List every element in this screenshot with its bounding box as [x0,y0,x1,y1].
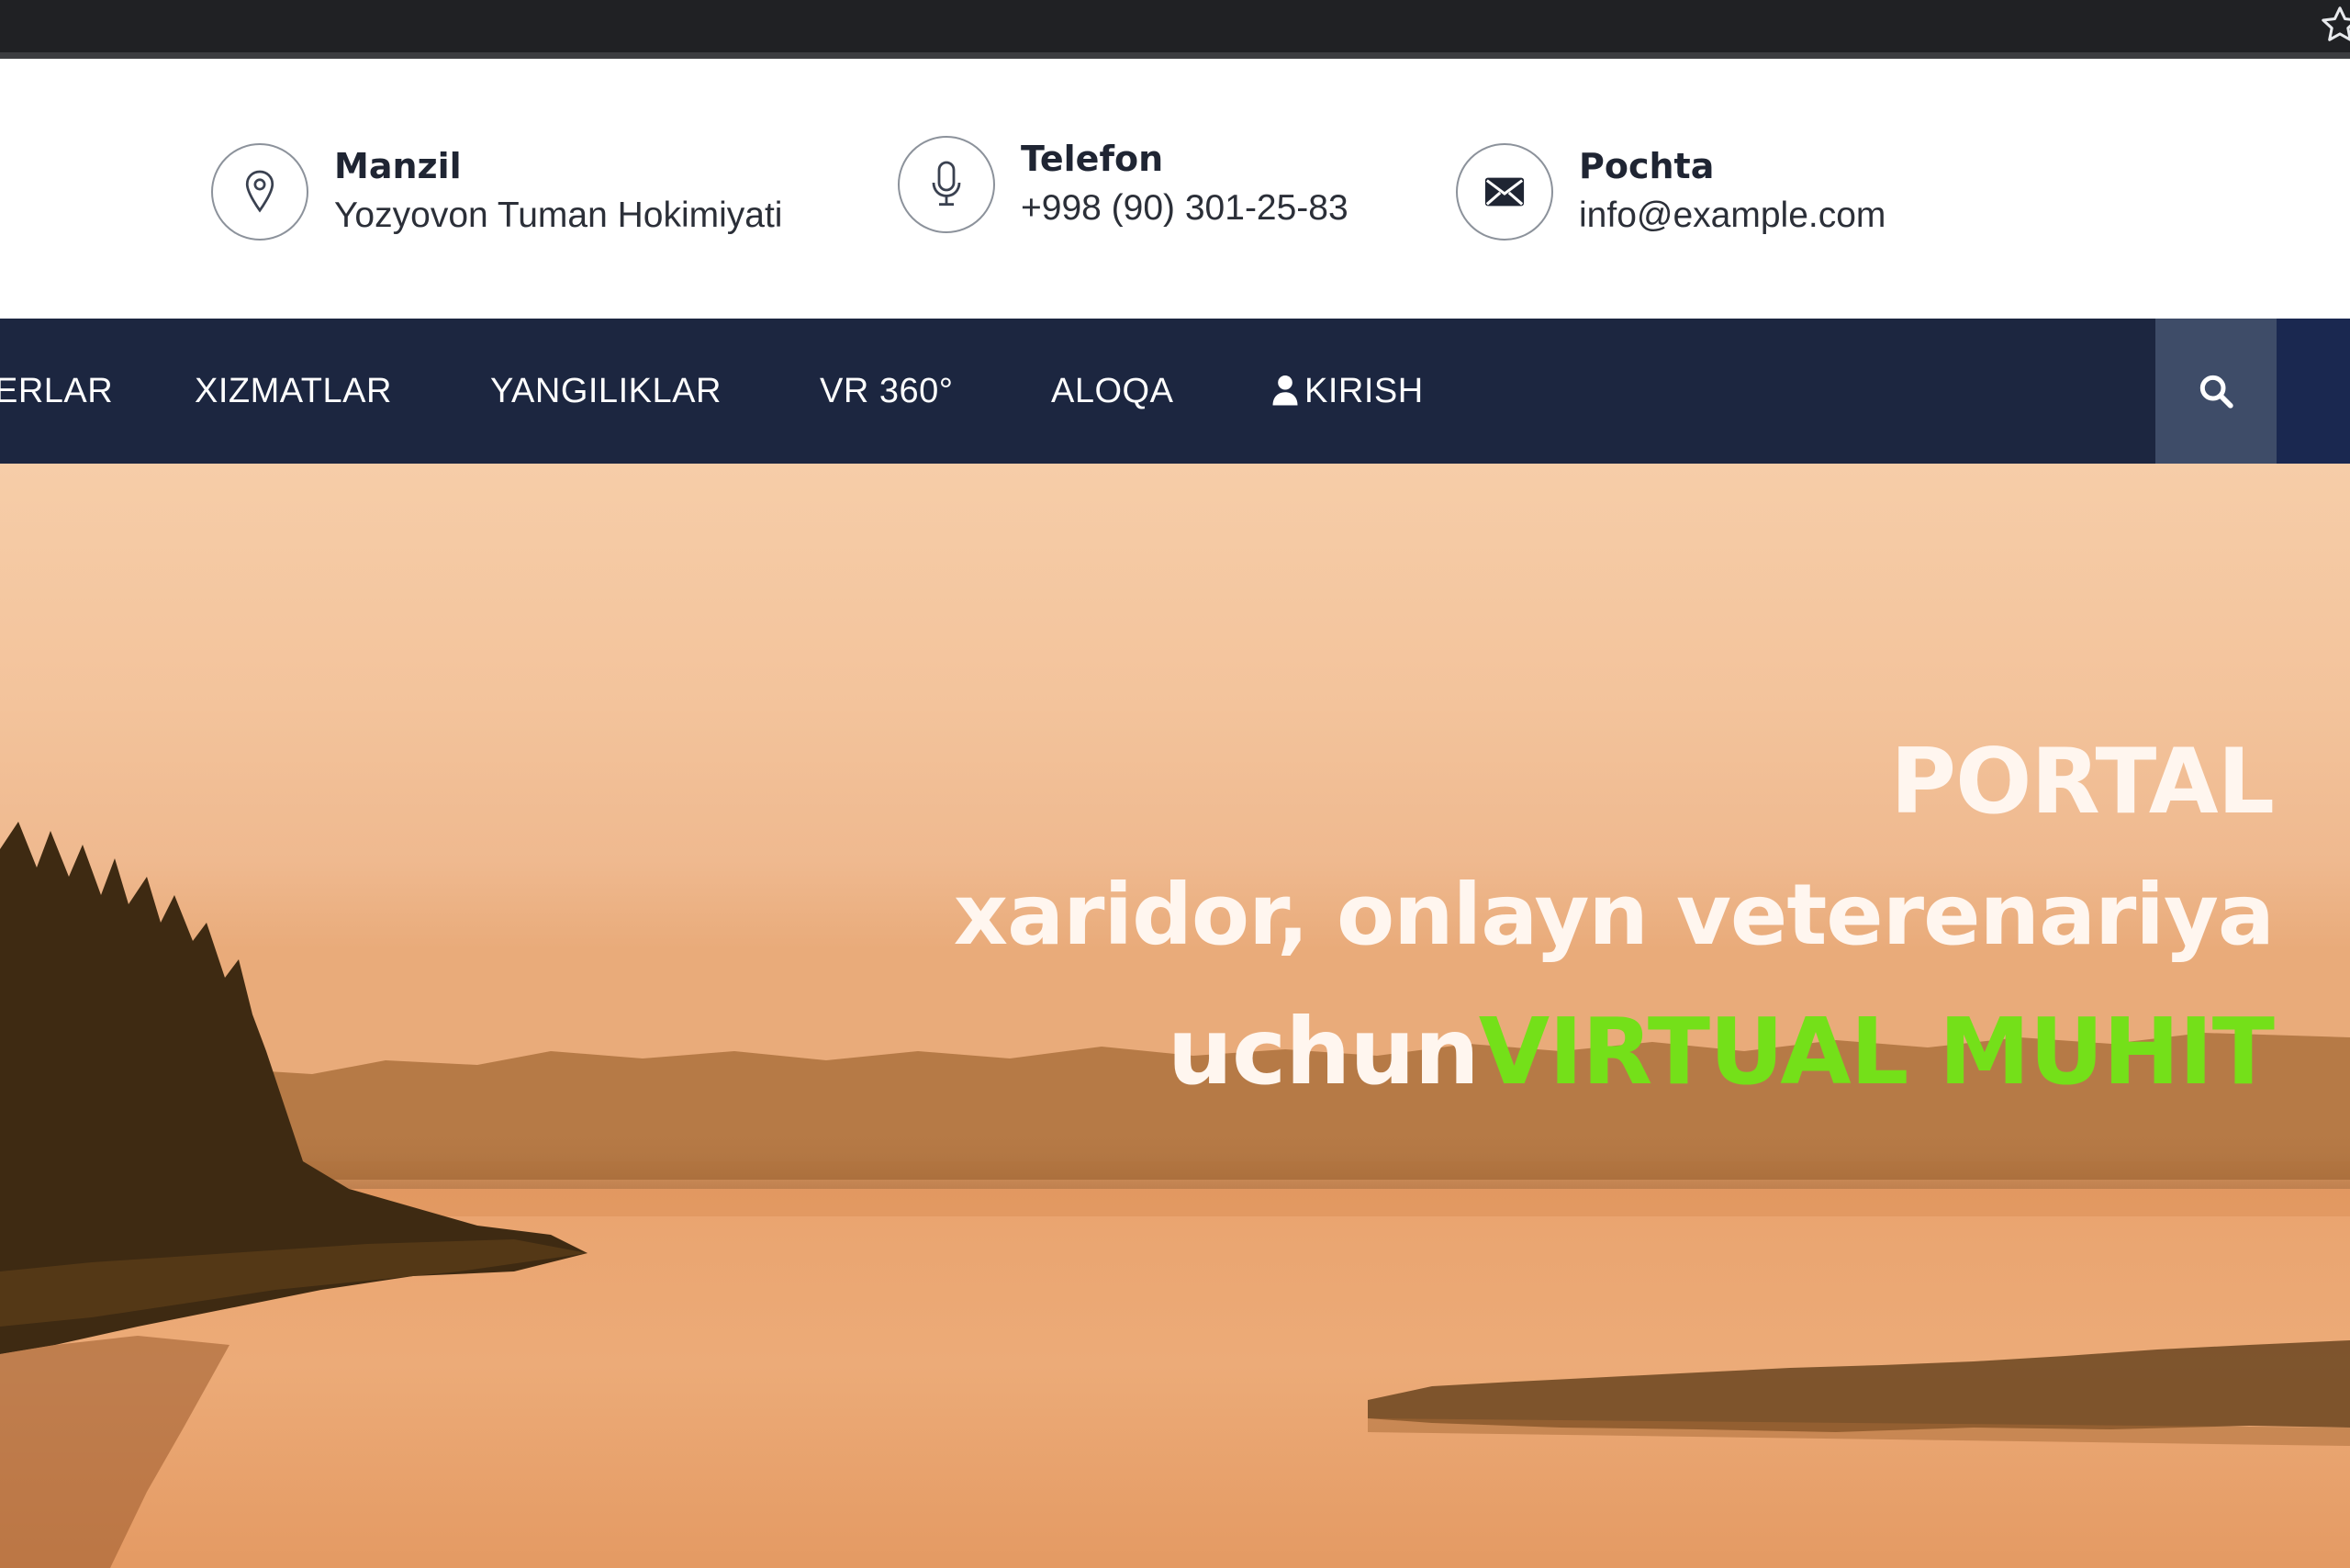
nav-item-xizmatlar[interactable]: XIZMATLAR [195,319,392,464]
hero-tagline-prefix: uchun [1167,998,1480,1105]
microphone-icon [932,161,961,206]
search-icon [2199,375,2233,409]
nav-item-yangiliklar[interactable]: YANGILIKLAR [490,319,722,464]
user-icon [1272,375,1298,406]
main-nav: ERLAR XIZMATLAR YANGILIKLAR VR 360° ALOQ… [0,319,2350,464]
search-button[interactable] [2155,319,2277,464]
hero-banner: PORTAL xaridor, onlayn veterenariya uchu… [0,464,2350,1568]
phone-title: Telefon [1021,138,1164,179]
email-icon-circle [1456,143,1553,241]
location-pin-icon [245,170,274,213]
address-value: Yozyovon Tuman Hokimiyati [334,196,783,236]
hero-tagline-highlight: VIRTUAL MUHIT [1478,998,2275,1105]
hero-tagline: uchunVIRTUAL MUHIT [1167,998,2275,1105]
phone-value[interactable]: +998 (90) 301-25-83 [1021,187,1348,230]
phone-icon-circle [898,136,995,233]
nav-item-kirish-label: KIRISH [1304,372,1424,410]
nav-item-aloqa[interactable]: ALOQA [1051,319,1173,464]
browser-toolbar [0,0,2350,59]
envelope-icon [1484,177,1525,207]
address-icon-circle [211,143,308,241]
nav-item-erlar[interactable]: ERLAR [0,319,113,464]
nav-item-kirish[interactable]: KIRISH [1271,319,1424,464]
email-value[interactable]: info@example.com [1579,195,1886,238]
contact-phone: Telefon +998 (90) 301-25-83 [898,58,1348,311]
nav-item-vr360[interactable]: VR 360° [820,319,953,464]
hero-title: PORTAL [1890,730,2275,834]
star-outline-icon[interactable] [2319,4,2350,46]
email-title: Pochta [1579,145,1715,186]
contact-email: Pochta info@example.com [1456,65,1886,319]
hero-subtitle: xaridor, onlayn veterenariya [953,866,2275,964]
contact-address: Manzil Yozyovon Tuman Hokimiyati [211,65,782,319]
contact-header: Manzil Yozyovon Tuman Hokimiyati Telefon… [0,65,2350,319]
nav-edge [2277,319,2350,464]
address-title: Manzil [334,145,462,186]
